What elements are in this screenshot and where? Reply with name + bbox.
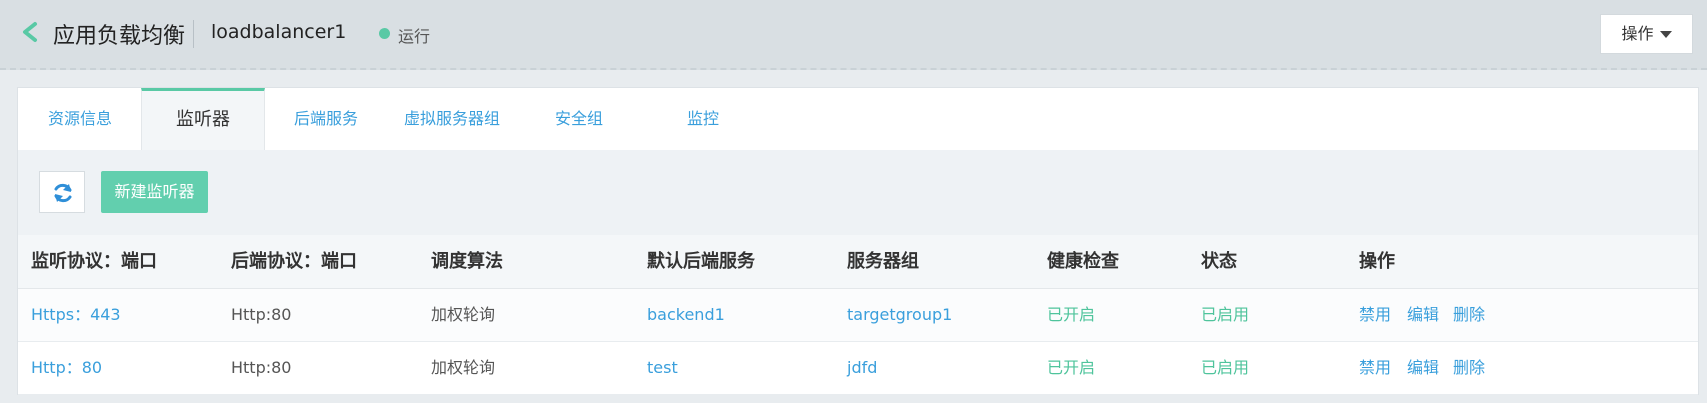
toolbar: 新建监听器 xyxy=(18,150,1698,236)
create-listener-button[interactable]: 新建监听器 xyxy=(101,171,208,213)
page-header: 应用负载均衡 loadbalancer1 运行 操作 xyxy=(0,0,1707,70)
refresh-button[interactable] xyxy=(39,171,85,213)
column-header-server-group: 服务器组 xyxy=(847,251,919,272)
tab-listeners[interactable]: 监听器 xyxy=(141,88,265,151)
chevron-left-icon[interactable] xyxy=(20,21,40,43)
disable-button[interactable]: 禁用 xyxy=(1359,289,1391,341)
listener-link[interactable]: Http：80 xyxy=(31,342,102,394)
caret-down-icon xyxy=(1659,31,1672,38)
main-panel: 资源信息 监听器 后端服务 虚拟服务器组 安全组 监控 新建监听器 监听协议：端… xyxy=(17,87,1699,395)
tab-security-groups[interactable]: 安全组 xyxy=(517,88,641,150)
algorithm-cell: 加权轮询 xyxy=(431,358,496,377)
loadbalancer-name: loadbalancer1 xyxy=(211,21,347,43)
server-group-link[interactable]: jdfd xyxy=(847,342,877,394)
listener-table: 监听协议：端口 后端协议：端口 调度算法 默认后端服务 服务器组 健康检查 状态… xyxy=(18,235,1698,395)
tab-backend-services[interactable]: 后端服务 xyxy=(265,88,387,150)
default-backend-link[interactable]: test xyxy=(647,342,678,394)
tab-virtual-server-groups[interactable]: 虚拟服务器组 xyxy=(387,88,517,150)
default-backend-link[interactable]: backend1 xyxy=(647,289,725,341)
operations-label: 操作 xyxy=(1621,24,1654,43)
refresh-icon xyxy=(54,183,72,203)
tab-monitoring[interactable]: 监控 xyxy=(641,88,765,150)
column-header-actions: 操作 xyxy=(1359,251,1395,272)
edit-button[interactable]: 编辑 xyxy=(1407,342,1439,394)
page-title: 应用负载均衡 xyxy=(53,24,186,49)
column-header-default-backend: 默认后端服务 xyxy=(647,251,755,272)
backend-protocol-cell: Http:80 xyxy=(231,358,292,377)
backend-protocol-cell: Http:80 xyxy=(231,305,292,324)
column-header-health-check: 健康检查 xyxy=(1047,251,1119,272)
table-header: 监听协议：端口 后端协议：端口 调度算法 默认后端服务 服务器组 健康检查 状态… xyxy=(18,235,1698,289)
table-row: Http：80 Http:80 加权轮询 test jdfd 已开启 已启用 禁… xyxy=(18,342,1698,395)
status-cell: 已启用 xyxy=(1201,305,1250,324)
tab-bar: 资源信息 监听器 后端服务 虚拟服务器组 安全组 监控 xyxy=(18,88,1698,151)
server-group-link[interactable]: targetgroup1 xyxy=(847,289,952,341)
column-header-status: 状态 xyxy=(1201,251,1237,272)
title-divider xyxy=(193,20,194,48)
delete-button[interactable]: 删除 xyxy=(1453,342,1485,394)
operations-dropdown-button[interactable]: 操作 xyxy=(1600,14,1693,54)
disable-button[interactable]: 禁用 xyxy=(1359,342,1391,394)
column-header-listener: 监听协议：端口 xyxy=(31,251,157,272)
edit-button[interactable]: 编辑 xyxy=(1407,289,1439,341)
health-check-cell: 已开启 xyxy=(1047,358,1096,377)
listener-link[interactable]: Https：443 xyxy=(31,289,121,341)
column-header-backend-protocol: 后端协议：端口 xyxy=(231,251,357,272)
table-row: Https：443 Http:80 加权轮询 backend1 targetgr… xyxy=(18,289,1698,342)
delete-button[interactable]: 删除 xyxy=(1453,289,1485,341)
algorithm-cell: 加权轮询 xyxy=(431,305,496,324)
health-check-cell: 已开启 xyxy=(1047,305,1096,324)
status-badge: 运行 xyxy=(398,27,431,46)
status-cell: 已启用 xyxy=(1201,358,1250,377)
tab-resource-info[interactable]: 资源信息 xyxy=(18,88,142,150)
column-header-algorithm: 调度算法 xyxy=(431,251,503,272)
status-dot-icon xyxy=(379,28,390,39)
